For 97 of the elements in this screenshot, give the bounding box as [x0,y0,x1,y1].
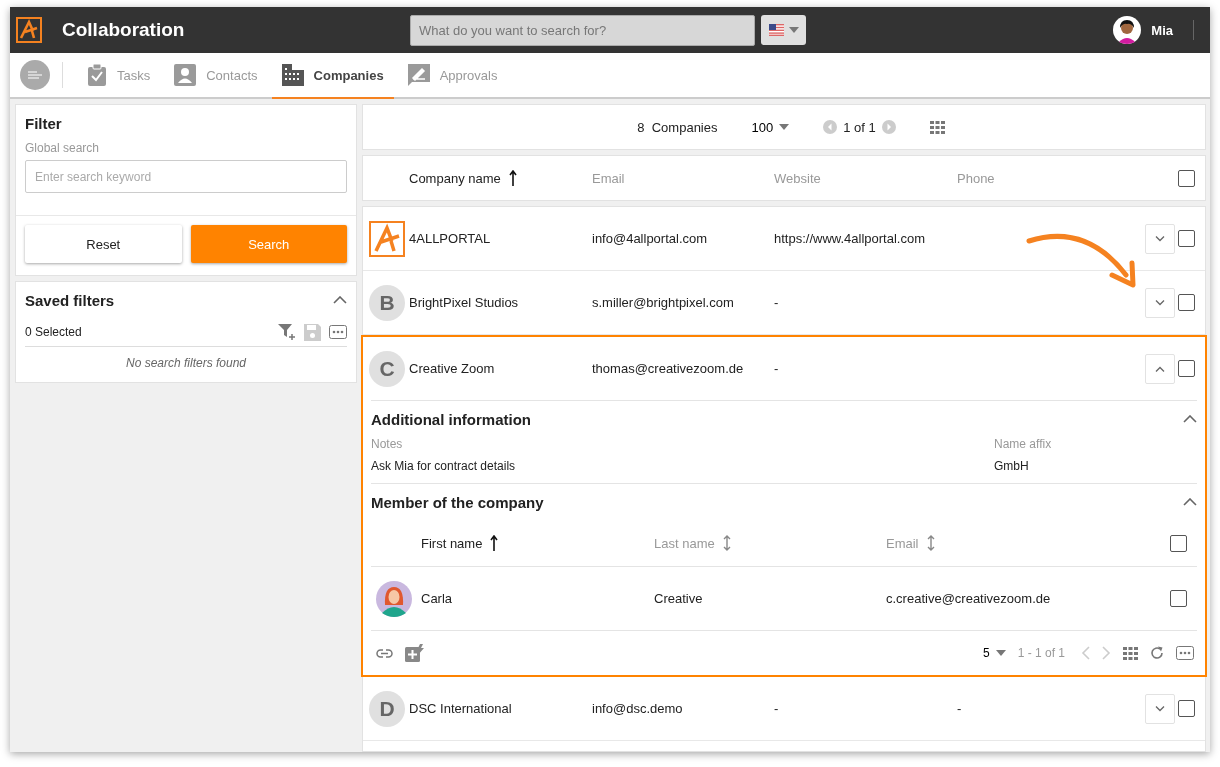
company-name-cell-text: Creative Zoom [409,361,496,376]
nav-tab[interactable]: Contacts [164,53,268,99]
row-checkbox[interactable] [1178,360,1195,377]
refresh-icon[interactable] [1150,646,1164,660]
email-cell-text: c.creative@creativezoom.de [886,591,1052,606]
nav-tab[interactable]: Tasks [77,53,161,99]
select-all-checkbox[interactable] [1178,169,1195,187]
nav-tab[interactable]: Companies [271,53,394,99]
caret-icon [779,124,790,130]
result-count: 8 Companies [637,119,718,135]
grid-view-icon[interactable] [1123,646,1138,660]
expand-toggle-button[interactable] [1145,353,1175,384]
building-icon [281,64,304,86]
website-cell: https://www.4allportal.com [774,231,925,246]
caret-icon [788,27,799,33]
email-cell-text: thomas@creativezoom.de [592,361,745,376]
company-logo-icon [369,220,405,257]
chevron-icon[interactable] [1183,415,1197,423]
field-label: Global search [25,141,101,155]
last-name-cell-text: Creative [654,591,704,606]
email-cell-text: info@dsc.demo [592,701,684,716]
row-checkbox[interactable] [1178,230,1195,247]
chevron-icon[interactable] [333,296,347,304]
add-filter-icon[interactable] [278,323,296,341]
email-cell-text: s.miller@brightpixel.com [592,295,735,310]
expand-toggle-button[interactable] [1145,693,1175,724]
company-name-cell-text: BrightPixel Studios [409,295,520,310]
row-checkbox[interactable] [1178,700,1195,717]
chevron-icon [1155,365,1165,372]
add-lightning-icon[interactable] [405,644,424,662]
email-cell-text: info@4allportal.com [592,231,709,246]
column-header[interactable]: Last name [654,535,886,551]
row-checkbox[interactable] [1170,590,1187,607]
section-title: Additional information [371,410,531,428]
menu-button[interactable] [20,60,50,90]
expand-toggle-button[interactable] [1145,223,1175,254]
more-icon[interactable] [1176,646,1194,660]
global-search-field[interactable]: What do you want to search for? [410,14,755,46]
sort-both-icon [722,535,731,551]
sort-arrow-icon [508,170,517,186]
pencil-note-icon [407,64,430,86]
app-title: Collaboration [62,19,186,41]
reset-button[interactable]: Reset [25,225,182,263]
company-initial-avatar: D [369,690,405,727]
expand-toggle-button[interactable] [1145,287,1175,318]
menu-icon [28,71,42,79]
search-keyword-field[interactable]: Enter search keyword [25,160,347,193]
grid-view-icon[interactable] [929,120,945,134]
empty-message: No search filters found [124,355,248,372]
section-title: Member of the company [371,493,544,511]
chevron-icon[interactable] [1183,498,1197,506]
us-flag-icon [768,24,784,36]
column-header[interactable]: Email [592,170,774,186]
column-header[interactable]: Phone [957,170,1145,186]
nav-tab[interactable]: Approvals [397,53,508,99]
column-header[interactable]: First name [421,535,654,551]
more-icon[interactable] [329,325,347,339]
first-name-cell-text: Carla [421,591,454,606]
field-value: GmbH [994,459,1030,473]
chevron-icon [1155,299,1165,306]
page-indicator: 1 of 1 [843,119,876,135]
page-size-dropdown[interactable]: 5 [982,646,1006,660]
person-card-icon [174,64,197,86]
website-cell: - [774,701,779,716]
clipboard-check-icon [87,64,107,86]
filter-title: Filter [25,115,63,132]
user-name[interactable]: Mia [1151,22,1173,38]
language-dropdown[interactable] [761,15,806,45]
page-size-dropdown[interactable]: 100 [751,119,790,135]
chevron-icon [1155,705,1165,712]
website-cell: - [774,361,779,376]
field-label: Name affix [994,437,1053,451]
person-avatar-icon [376,580,412,617]
company-name-cell-text: 4ALLPORTAL [409,231,492,246]
column-header[interactable]: Company name [409,170,592,186]
search-button[interactable]: Search [190,225,347,263]
column-header[interactable]: Email [886,535,1167,551]
select-all-checkbox[interactable] [1170,534,1187,552]
field-value: Ask Mia for contract details [371,459,517,473]
chevron-icon [1155,235,1165,242]
link-icon[interactable] [376,648,393,658]
selected-count: 0 Selected [25,325,82,339]
saved-filters-title: Saved filters [25,291,115,309]
company-initial-avatar: B [369,284,405,321]
company-name-cell-text: DSC International [409,701,513,716]
company-initial-avatar: C [369,350,405,387]
sort-both-icon [926,535,935,551]
sort-arrow-icon [490,535,499,551]
website-cell: - [774,295,779,310]
user-avatar-icon[interactable] [1113,16,1142,44]
row-checkbox[interactable] [1178,294,1195,311]
caret-icon [995,650,1006,656]
page-range: 1 - 1 of 1 [1017,646,1065,660]
logo-icon [16,17,42,43]
field-label: Notes [371,437,404,451]
column-header[interactable]: Website [774,170,957,186]
phone-cell: - [957,701,962,716]
